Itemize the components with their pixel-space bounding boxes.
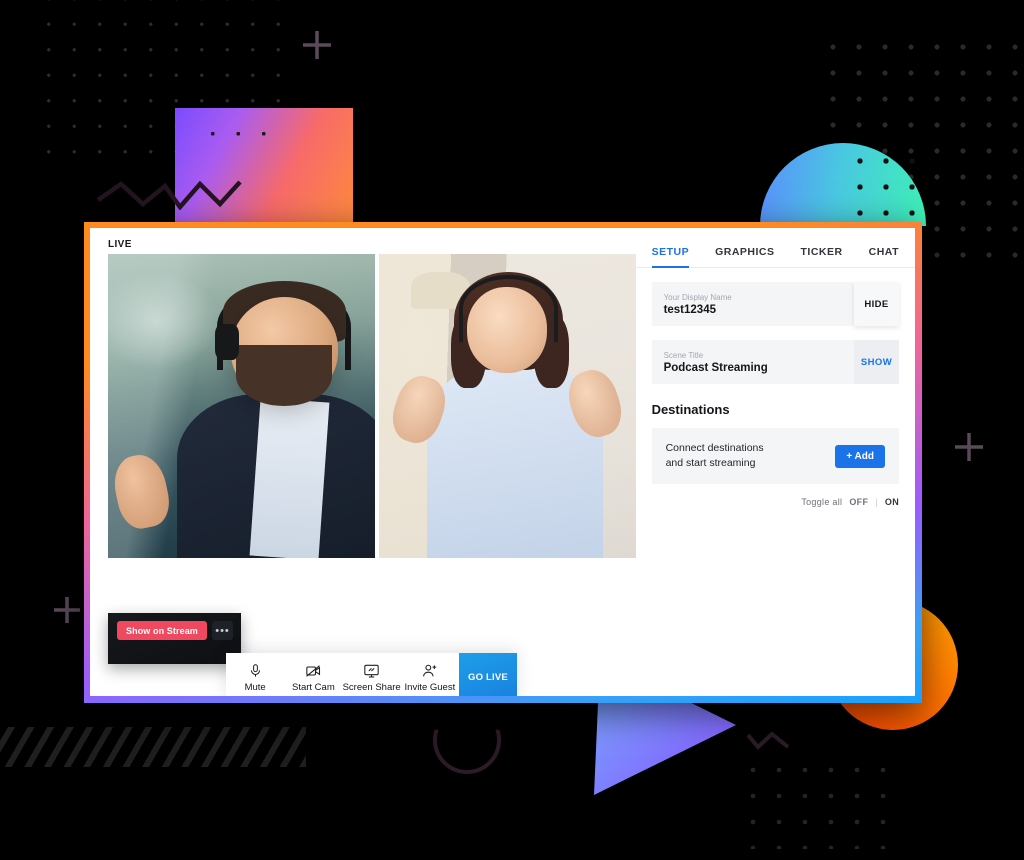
zigzag-bottom-right-icon (746, 731, 790, 750)
start-cam-label: Start Cam (291, 681, 335, 693)
destinations-empty-card: Connect destinations and start streaming… (651, 428, 899, 485)
dot-grid-bottom-right (740, 757, 900, 849)
dot-grid-over-gradient (200, 121, 280, 155)
display-name-hide-button[interactable]: HIDE (854, 282, 899, 326)
avatar (467, 287, 548, 373)
tab-ticker[interactable]: TICKER (801, 246, 843, 267)
toggle-all-separator: | (875, 497, 878, 508)
destinations-empty-line1: Connect destinations (665, 442, 764, 454)
display-name-value[interactable]: test12345 (664, 304, 842, 316)
scene-title-label: Scene Title (663, 350, 704, 360)
monitor-icon (364, 664, 379, 678)
toggle-all-label: Toggle all (801, 497, 843, 508)
setup-panel: SETUP GRAPHICS TICKER CHAT Your Display … (635, 228, 915, 696)
mute-label: Mute (244, 681, 266, 693)
tab-setup[interactable]: SETUP (651, 246, 690, 268)
toggle-all-on-button[interactable]: ON (885, 497, 899, 507)
invite-guest-label: Invite Guest (404, 681, 456, 693)
participant-video-right[interactable] (379, 254, 646, 558)
display-name-label: Your Display Name (663, 292, 732, 302)
destinations-empty-text: Connect destinations and start streaming (666, 441, 764, 471)
screen-share-label: Screen Share (342, 681, 401, 693)
dot-grid-over-semicircle (847, 148, 917, 228)
app-window: LIVE Show on Stream ••• Mute Start Cam S… (84, 222, 922, 703)
toggle-all-row: Toggle all OFF | ON (652, 497, 899, 507)
diagonal-stripes-decoration (0, 727, 306, 767)
control-bar: Mute Start Cam Screen Share Invite Guest… (226, 653, 517, 696)
avatar (108, 450, 174, 533)
start-cam-button[interactable]: Start Cam (284, 653, 342, 696)
zigzag-top-left-icon (96, 180, 242, 210)
go-live-button[interactable]: GO LIVE (459, 653, 517, 696)
app-window-content: LIVE Show on Stream ••• Mute Start Cam S… (90, 228, 915, 696)
scene-title-field[interactable]: Scene Title Podcast Streaming SHOW (651, 340, 899, 384)
destinations-empty-line2: and start streaming (665, 457, 756, 470)
panel-tabs: SETUP GRAPHICS TICKER CHAT (635, 228, 915, 268)
add-destination-button[interactable]: + Add (835, 444, 885, 468)
tab-graphics[interactable]: GRAPHICS (715, 246, 774, 267)
live-indicator: LIVE (108, 239, 132, 250)
mute-button[interactable]: Mute (226, 653, 284, 696)
person-add-icon (423, 664, 437, 676)
display-name-field[interactable]: Your Display Name test12345 HIDE (651, 282, 899, 326)
toggle-all-off-button[interactable]: OFF (849, 497, 868, 507)
camera-off-icon (306, 664, 320, 677)
avatar (236, 345, 333, 406)
circle-arc-decoration (433, 729, 501, 774)
show-on-stream-card[interactable]: Show on Stream ••• (108, 613, 241, 664)
microphone-icon (250, 663, 260, 677)
tab-chat[interactable]: CHAT (869, 246, 899, 267)
page-root: LIVE Show on Stream ••• Mute Start Cam S… (0, 0, 1024, 860)
plus-bottom-left-icon (54, 597, 80, 623)
invite-guest-button[interactable]: Invite Guest (401, 653, 459, 696)
participant-video-left[interactable] (108, 254, 375, 558)
destinations-heading: Destinations (651, 402, 730, 417)
scene-title-show-button[interactable]: SHOW (854, 340, 899, 384)
screen-share-button[interactable]: Screen Share (343, 653, 401, 696)
plus-top-left-icon (303, 31, 331, 59)
scene-title-value[interactable]: Podcast Streaming (664, 362, 842, 374)
more-options-icon[interactable]: ••• (212, 621, 233, 640)
stage-column: LIVE Show on Stream ••• Mute Start Cam S… (90, 228, 650, 696)
headset-icon (214, 323, 239, 361)
show-on-stream-button[interactable]: Show on Stream (117, 621, 207, 640)
plus-right-icon (955, 433, 983, 461)
avatar (249, 397, 330, 558)
video-grid (108, 254, 646, 558)
